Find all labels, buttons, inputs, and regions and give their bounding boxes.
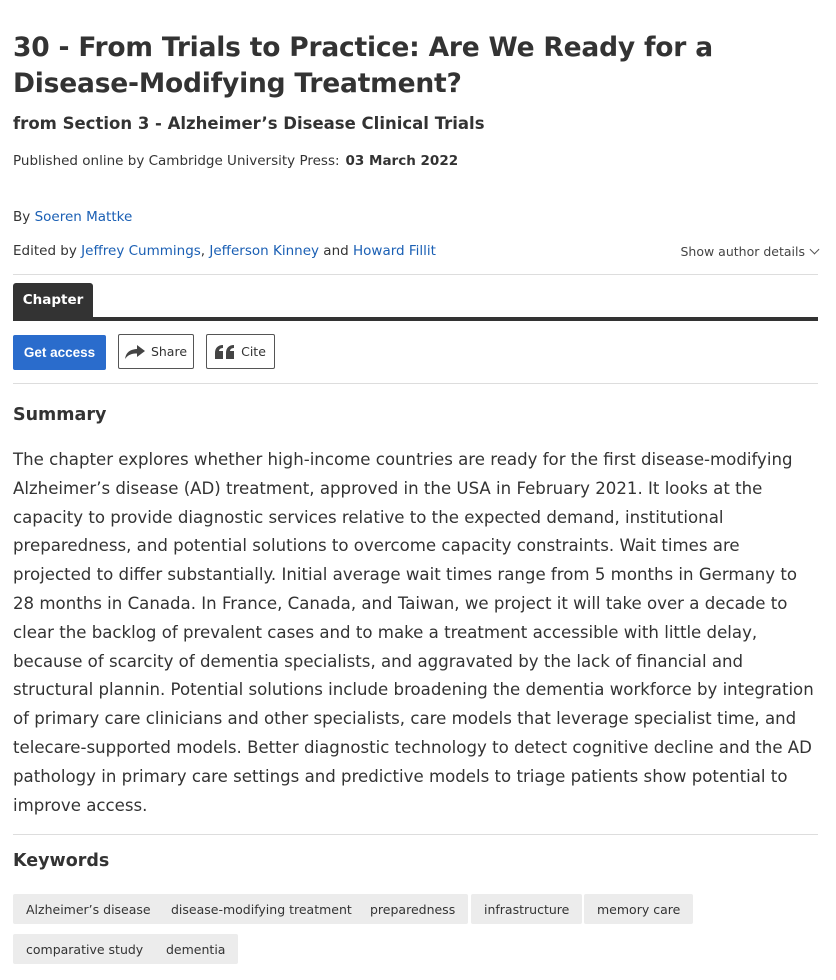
tab-underline — [13, 317, 818, 321]
chapter-title: 30 - From Trials to Practice: Are We Rea… — [13, 32, 713, 99]
quote-icon — [215, 344, 235, 359]
get-access-button[interactable]: Get access — [13, 335, 106, 370]
summary-text: The chapter explores whether high-income… — [13, 450, 814, 815]
editor-link[interactable]: Jefferson Kinney — [209, 243, 319, 259]
published-date: 03 March 2022 — [345, 153, 459, 169]
chevron-down-icon — [809, 244, 820, 255]
section-label: from Section 3 - Alzheimer’s Disease Cli… — [13, 114, 485, 133]
keyword-tag[interactable]: disease-modifying treatment — [158, 894, 365, 924]
keyword-tag[interactable]: dementia — [153, 934, 239, 964]
edited-by-line: Edited by Jeffrey Cummings, Jefferson Ki… — [13, 243, 436, 259]
divider — [13, 383, 818, 384]
tab-chapter[interactable]: Chapter — [13, 283, 93, 317]
show-author-details-toggle[interactable]: Show author details — [680, 244, 820, 259]
keywords-heading: Keywords — [13, 851, 110, 871]
editor-and: and — [323, 243, 349, 259]
editor-link[interactable]: Jeffrey Cummings — [81, 243, 201, 259]
edited-by-prefix: Edited by — [13, 243, 77, 259]
author-link[interactable]: Soeren Mattke — [35, 209, 133, 225]
tab-label: Chapter — [22, 292, 84, 308]
share-arrow-icon — [124, 344, 145, 359]
keyword-tag[interactable]: preparedness — [357, 894, 469, 924]
share-button[interactable]: Share — [118, 334, 194, 369]
published-label: Published online by Cambridge University… — [13, 153, 340, 169]
keyword-tag[interactable]: memory care — [584, 894, 694, 924]
summary-heading: Summary — [13, 405, 107, 425]
divider — [13, 834, 818, 835]
keyword-tag[interactable]: infrastructure — [471, 894, 583, 924]
byline: By Soeren Mattke — [13, 209, 132, 225]
published-line: Published online by Cambridge University… — [13, 153, 458, 169]
show-author-details-label: Show author details — [680, 244, 805, 259]
divider — [13, 274, 818, 275]
keyword-tag[interactable]: Alzheimer’s disease — [13, 894, 164, 924]
byline-prefix: By — [13, 209, 31, 225]
editor-link[interactable]: Howard Fillit — [353, 243, 436, 259]
cite-button[interactable]: Cite — [206, 334, 275, 369]
keyword-tag[interactable]: comparative study — [13, 934, 157, 964]
cite-label: Cite — [241, 344, 266, 359]
chapter-page: 30 - From Trials to Practice: Are We Rea… — [0, 0, 836, 980]
share-label: Share — [150, 344, 188, 359]
editor-separator: , — [200, 243, 206, 259]
